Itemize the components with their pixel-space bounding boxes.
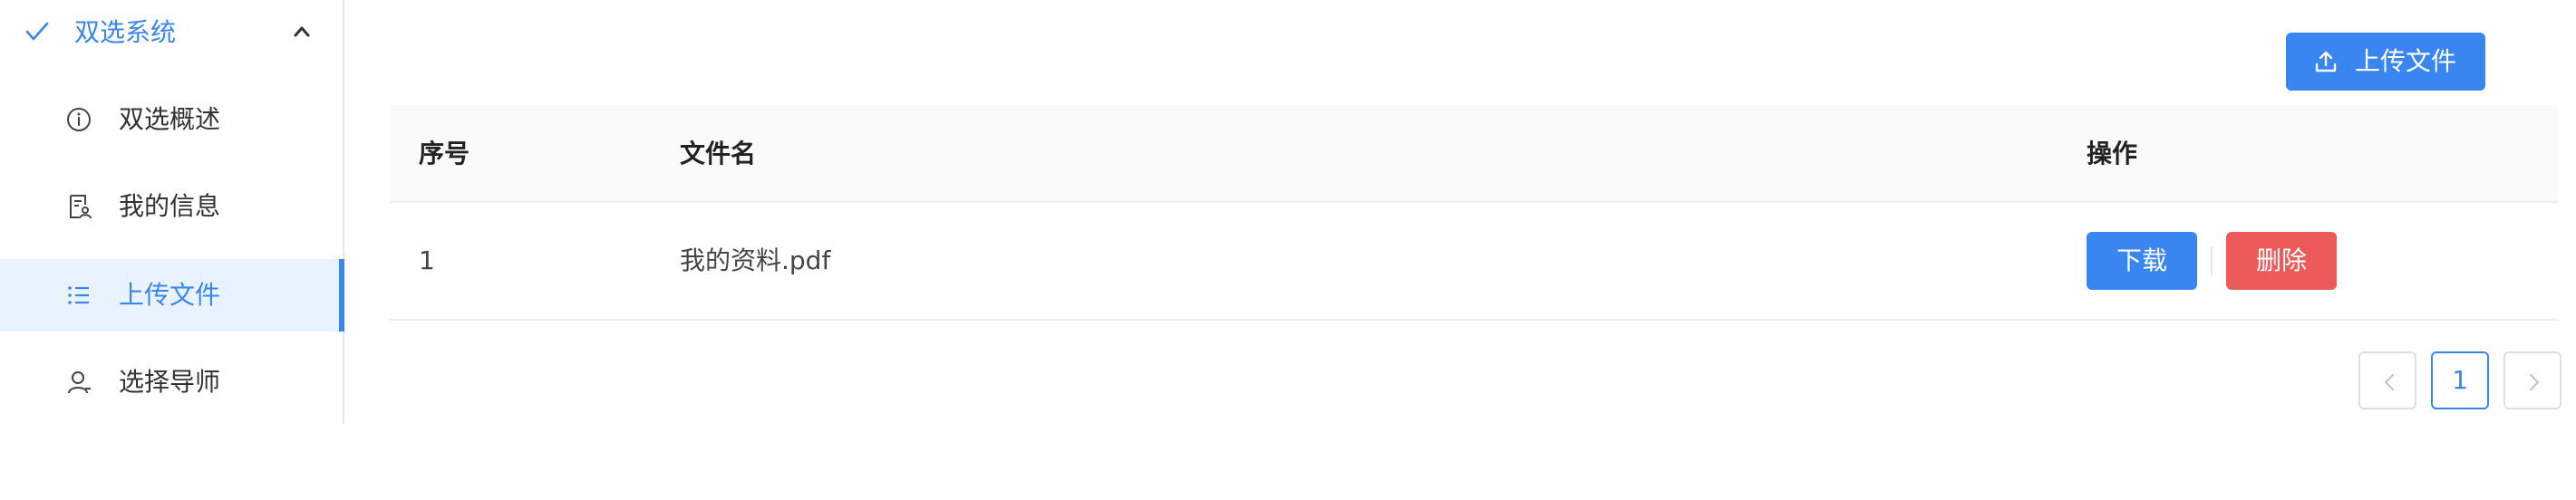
- sidebar-item-label: 上传文件: [119, 280, 221, 310]
- menu-group-header[interactable]: 双选系统: [0, 0, 343, 65]
- upload-icon: [2315, 51, 2337, 72]
- chevron-left-icon: [2384, 373, 2395, 391]
- next-page-button[interactable]: [2503, 351, 2561, 409]
- table-header: 序号 文件名 操作: [390, 105, 2558, 203]
- sidebar-item-label: 选择导师: [119, 367, 221, 397]
- prev-page-button[interactable]: [2358, 351, 2416, 409]
- file-table: 序号 文件名 操作 1 我的资料.pdf 下载 删除: [390, 105, 2558, 321]
- sidebar: 双选系统 双选概述 我的信息 上传文件 选择导师: [0, 0, 344, 424]
- row-filename: 我的资料.pdf: [680, 245, 831, 275]
- upload-file-button-label: 上传文件: [2355, 46, 2457, 76]
- menu-group-title: 双选系统: [74, 17, 177, 47]
- row-index: 1: [419, 245, 435, 275]
- chevron-right-icon: [2529, 373, 2540, 391]
- check-icon: [25, 22, 49, 41]
- page-number: 1: [2452, 365, 2468, 395]
- chevron-up-icon: [294, 26, 310, 37]
- user-document-icon: [70, 195, 92, 219]
- user-icon: [68, 371, 91, 394]
- sidebar-item-select-tutor[interactable]: 选择导师: [0, 346, 343, 418]
- page-number-button[interactable]: 1: [2431, 351, 2489, 409]
- sidebar-item-label: 我的信息: [119, 191, 221, 221]
- action-divider: [2211, 246, 2213, 275]
- list-icon: [68, 286, 89, 304]
- sidebar-item-upload[interactable]: 上传文件: [0, 259, 344, 332]
- sidebar-item-overview[interactable]: 双选概述: [0, 83, 343, 156]
- download-button[interactable]: 下载: [2087, 232, 2197, 290]
- column-header-actions: 操作: [2087, 139, 2138, 168]
- table-row: 1 我的资料.pdf 下载 删除: [390, 203, 2558, 321]
- sidebar-item-label: 双选概述: [119, 104, 221, 134]
- column-header-index: 序号: [419, 139, 470, 168]
- sidebar-item-my-info[interactable]: 我的信息: [0, 170, 343, 243]
- column-header-filename: 文件名: [680, 139, 757, 168]
- info-circle-icon: [67, 108, 91, 131]
- delete-button[interactable]: 删除: [2226, 232, 2337, 290]
- upload-file-button[interactable]: 上传文件: [2286, 33, 2485, 91]
